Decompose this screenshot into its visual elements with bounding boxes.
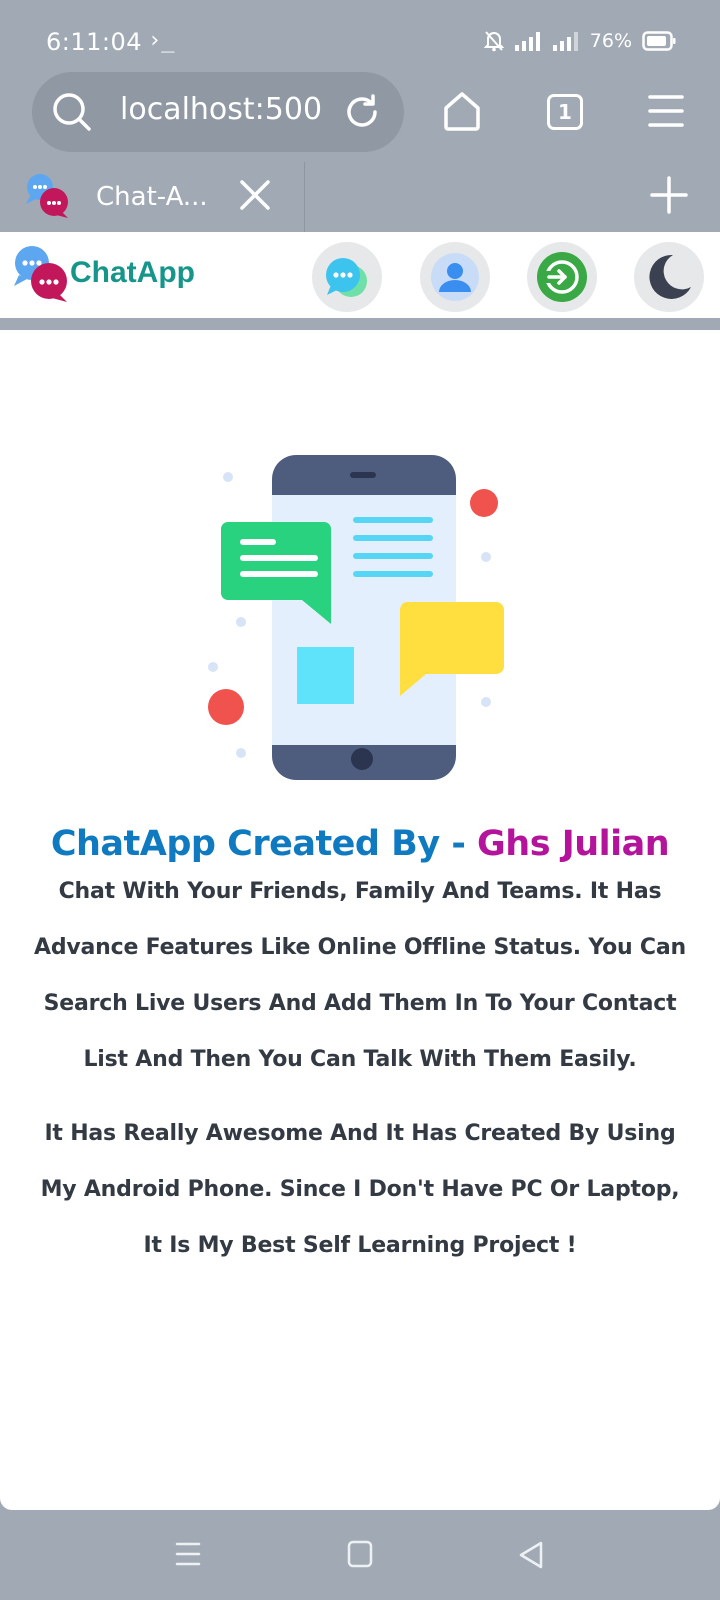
author-name: Ghs Julian bbox=[477, 824, 670, 864]
login-button[interactable] bbox=[527, 242, 597, 312]
hero-title: ChatApp Created By - Ghs Julian bbox=[0, 824, 720, 864]
user-icon bbox=[431, 253, 479, 301]
status-bar: 6:11:04 ›_ 76% bbox=[0, 0, 720, 72]
tab-count-button[interactable]: 1 bbox=[547, 94, 583, 130]
description-paragraph-1: Chat With Your Friends, Family And Teams… bbox=[34, 879, 686, 1072]
battery-icon bbox=[642, 31, 676, 51]
status-time: 6:11:04 bbox=[46, 28, 143, 56]
home-nav-icon[interactable] bbox=[347, 1540, 373, 1568]
navbar-divider bbox=[0, 318, 720, 330]
app-navbar: ChatApp bbox=[0, 232, 720, 318]
url-text[interactable]: localhost:500 bbox=[120, 92, 342, 127]
brand-name[interactable]: ChatApp bbox=[70, 256, 195, 290]
recent-apps-icon[interactable] bbox=[175, 1540, 201, 1568]
home-icon[interactable] bbox=[442, 90, 482, 132]
chat-favicon-icon bbox=[26, 174, 68, 218]
tab-divider bbox=[304, 162, 305, 232]
chat-bubbles-icon bbox=[326, 258, 367, 297]
chats-button[interactable] bbox=[312, 242, 382, 312]
battery-percent: 76% bbox=[589, 30, 632, 52]
login-icon bbox=[537, 252, 587, 302]
chat-logo-icon bbox=[14, 246, 67, 302]
tab-title: Chat-A... bbox=[96, 182, 208, 212]
status-indicators: 76% bbox=[483, 30, 676, 52]
hero-title-prefix: ChatApp Created By - bbox=[50, 824, 478, 864]
back-icon[interactable] bbox=[517, 1540, 545, 1570]
terminal-icon: ›_ bbox=[148, 28, 175, 53]
mute-bell-icon bbox=[483, 31, 504, 52]
dark-mode-button[interactable] bbox=[634, 242, 704, 312]
description-paragraph-2: It Has Really Awesome And It Has Created… bbox=[40, 1121, 680, 1258]
close-tab-icon[interactable] bbox=[238, 178, 272, 212]
profile-button[interactable] bbox=[420, 242, 490, 312]
new-tab-icon[interactable] bbox=[650, 176, 688, 214]
signal-icon bbox=[514, 32, 540, 51]
menu-icon[interactable] bbox=[648, 94, 684, 128]
web-page: ChatApp ChatApp Created By - Ghs Julian … bbox=[0, 232, 720, 1510]
dark-mode-moon-icon bbox=[649, 254, 691, 299]
phone-chat-illustration bbox=[208, 455, 504, 780]
url-bar[interactable]: localhost:500 bbox=[32, 72, 404, 152]
search-icon bbox=[53, 93, 91, 131]
signal-icon-2 bbox=[552, 32, 578, 51]
reload-icon[interactable] bbox=[342, 92, 382, 132]
